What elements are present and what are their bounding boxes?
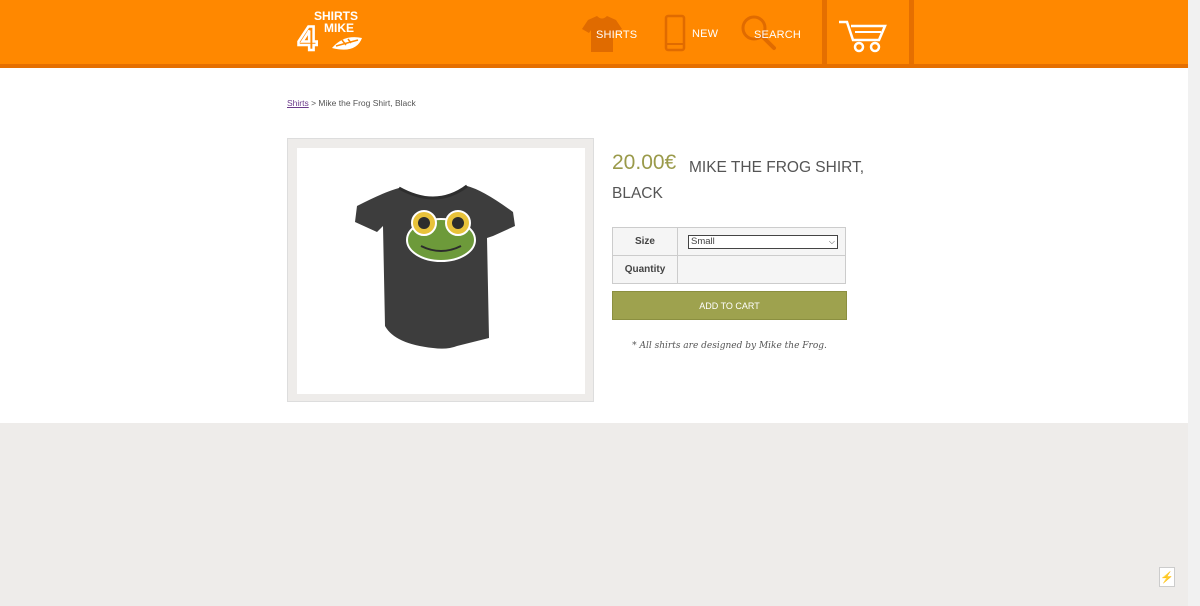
nav-new-label: NEW [692,28,719,40]
product-page: Shirts > Mike the Frog Shirt, Black 20.0… [0,68,1188,423]
nav-shirts-label: SHIRTS [596,29,638,41]
nav-new[interactable]: NEW [664,14,718,54]
logo-text-bottom: MIKE [324,21,354,35]
cart-icon [839,20,887,53]
product-title-wrap: MIKE THE FROG SHIRT, BLACK [612,155,872,207]
product-options: Size Small ⌵ Quantity [612,227,846,284]
product-image-frame [287,138,594,402]
size-cell: Small ⌵ [677,227,846,256]
nav-search-label: SEARCH [754,29,802,41]
product-title: MIKE THE FROG SHIRT, BLACK [612,159,865,202]
breadcrumb-link-shirts[interactable]: Shirts [287,98,309,108]
size-label: Size [612,227,678,256]
breadcrumb: Shirts > Mike the Frog Shirt, Black [287,98,416,108]
phone-icon [664,14,686,52]
nav-search[interactable]: SEARCH [740,14,801,54]
nav-shirts[interactable]: SHIRTS [580,14,637,54]
site-logo[interactable]: SHIRTS 4 MIKE [296,8,374,59]
add-to-cart-button[interactable]: ADD TO CART [612,291,847,320]
breadcrumb-separator: > [308,98,319,108]
breadcrumb-current: Mike the Frog Shirt, Black [318,98,416,108]
scrollbar[interactable] [1188,0,1200,606]
quantity-label: Quantity [612,255,678,284]
cart-button[interactable] [822,0,914,64]
size-select[interactable]: Small ⌵ [688,234,838,249]
size-select-value: Small [691,236,715,247]
chevron-down-icon: ⌵ [828,236,835,246]
logo-number: 4 [298,20,317,58]
product-image[interactable] [297,148,585,394]
lightning-icon[interactable]: ⚡ [1159,567,1175,587]
quantity-cell[interactable] [677,255,846,284]
site-header: SHIRTS 4 MIKE SHIRTS NEW SEARCH [0,0,1188,68]
design-note: * All shirts are designed by Mike the Fr… [632,341,827,351]
frog-shirt-image [355,184,515,349]
